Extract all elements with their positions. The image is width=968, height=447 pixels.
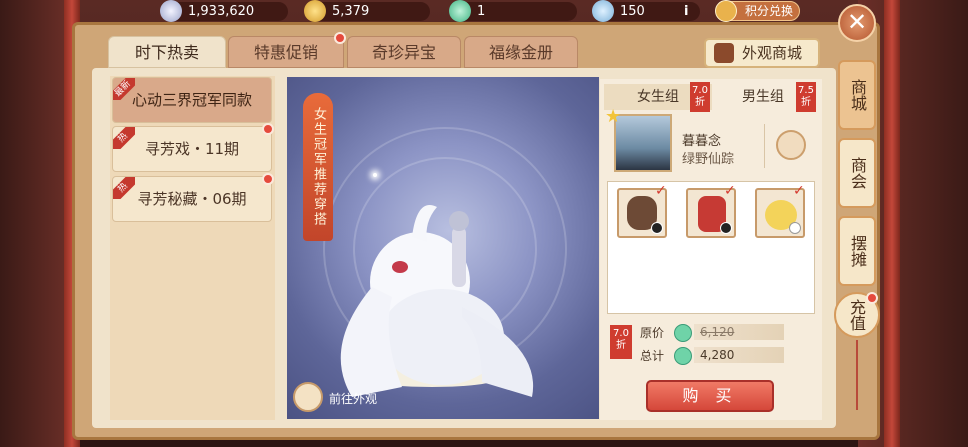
item-slot[interactable]: ✓ [617,184,667,238]
outfit-showcase [287,77,599,419]
silver-coin-icon [160,0,182,22]
white-marker-icon [789,222,801,234]
tassel [856,340,858,410]
gold-ingot-icon [304,0,326,22]
list-item-label: 心动三界冠军同款 [131,91,252,109]
original-price-value: 6,120 [694,324,784,340]
tab-label: 特惠促销 [253,43,318,62]
tab-label: 福缘金册 [488,43,553,62]
check-icon: ✓ [655,183,667,199]
close-icon[interactable]: ✕ [838,4,876,42]
group-label: 女生组 [637,89,679,105]
side-tab-label: 摆摊 [848,235,867,267]
info-icon[interactable]: i [684,2,688,21]
goto-appearance-label: 前往外观 [329,392,378,406]
tab-promotion[interactable]: 特惠促销 [228,36,344,68]
side-tab-label: 充值 [847,299,866,331]
tab-hot-sale[interactable]: 时下热卖 [108,36,226,68]
champion-outfit-banner: 女生冠军推荐穿搭 [303,93,333,241]
hot-badge: 热 [113,177,135,199]
female-discount-tag: 7.0 折 [690,82,710,112]
item-slot[interactable]: ✓ [686,184,736,238]
group-label: 男生组 [742,89,784,105]
appearance-mall-button[interactable]: 外观商城 [704,38,820,68]
jade-coin-icon [674,324,692,342]
right-pillar [884,0,900,447]
wardrobe-icon [714,43,734,63]
player-name: 暮暮念 [682,134,722,149]
total-discount-tag: 7.0 折 [610,325,632,359]
jade-coin-icon [449,0,471,22]
player-server: 绿野仙踪 [682,152,735,167]
wardrobe-icon [293,382,323,412]
total-price-value: 4,280 [694,347,784,363]
buy-button[interactable]: 购 买 [646,380,774,412]
total-price-label: 总计 [640,349,665,363]
gold-resource: 5,379 [304,0,430,22]
side-tab-guild[interactable]: 商会 [838,138,876,208]
background-left-scenery [0,0,70,447]
jade-value: 1 [477,4,486,19]
list-item[interactable]: 热 寻芳秘藏・06期 [112,176,272,222]
promotion-notification-dot [334,32,346,44]
side-tab-label: 商会 [848,157,867,189]
jade-coin-icon [674,347,692,365]
money-bag-icon [715,0,737,22]
side-tab-label: 商城 [848,79,867,111]
check-icon: ✓ [724,183,736,199]
treasure-icon [592,0,614,22]
tab-rare-treasures[interactable]: 奇珍异宝 [347,36,461,68]
list-item[interactable]: 最新 心动三界冠军同款 [112,77,272,123]
list-item-label: 寻芳戏・11期 [144,140,240,158]
tab-label: 奇珍异宝 [371,43,436,62]
jade-resource: 1 [449,0,577,22]
new-badge: 最新 [113,78,135,100]
gold-value: 5,379 [332,4,370,19]
star-icon: ★ [605,106,622,127]
yin-yang-icon [651,222,663,234]
list-notification-dot [262,123,274,135]
tab-label: 时下热卖 [134,43,199,62]
hot-badge: 热 [113,127,135,149]
original-price-label: 原价 [640,326,665,340]
silver-resource: 1,933,620 [160,0,288,22]
divider [764,124,765,168]
white-rabbit-mount [340,205,534,397]
recharge-notification-dot [866,292,878,304]
side-tab-stall[interactable]: 摆摊 [838,216,876,286]
chat-icon[interactable] [776,130,806,160]
list-item[interactable]: 热 寻芳戏・11期 [112,126,272,172]
yin-yang-icon [720,222,732,234]
treasure-resource: 150 i [592,0,700,22]
appearance-mall-label: 外观商城 [742,44,803,62]
points-exchange-button[interactable]: 积分兑换 [715,0,800,22]
list-item-label: 寻芳秘藏・06期 [137,190,247,208]
side-tab-shop[interactable]: 商城 [838,60,876,130]
points-exchange-label: 积分兑换 [744,4,793,18]
sparkle [373,173,377,177]
treasure-value: 150 [620,4,645,19]
silver-value: 1,933,620 [188,4,255,19]
tab-fortune-album[interactable]: 福缘金册 [464,36,578,68]
male-discount-tag: 7.5 折 [796,82,816,112]
item-slot[interactable]: ✓ [755,184,805,238]
list-notification-dot [262,173,274,185]
check-icon: ✓ [793,183,805,199]
